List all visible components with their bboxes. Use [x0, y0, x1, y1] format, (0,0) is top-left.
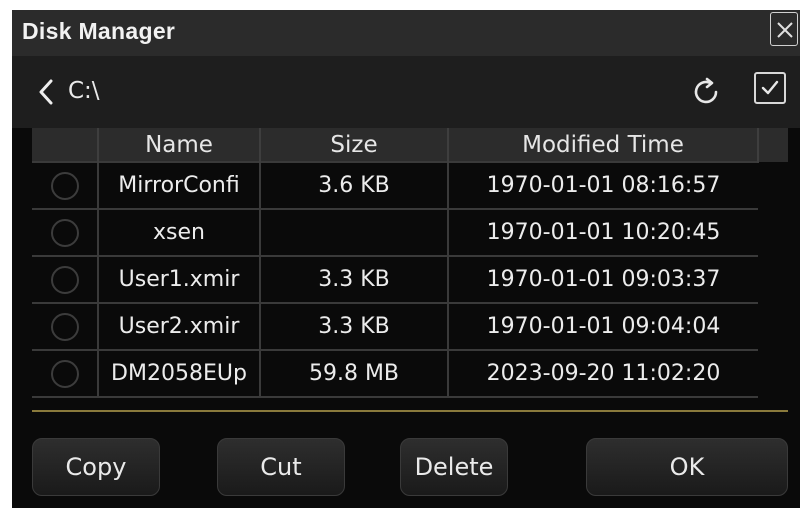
divider [32, 410, 788, 412]
refresh-icon[interactable] [690, 76, 722, 108]
close-button[interactable] [770, 12, 798, 46]
file-modified-time: 2023-09-20 11:02:20 [447, 349, 758, 398]
column-header-name[interactable]: Name [98, 128, 261, 162]
current-path: C:\ [68, 78, 100, 104]
file-table: Name Size Modified Time MirrorConfi 3.6 … [32, 128, 788, 398]
table-header-row: Name Size Modified Time [32, 128, 788, 162]
table-row[interactable]: xsen 1970-01-01 10:20:45 [32, 208, 788, 257]
file-size: 3.6 KB [259, 161, 449, 210]
copy-button[interactable]: Copy [32, 438, 160, 496]
row-select-radio[interactable] [50, 171, 79, 200]
column-header-modified[interactable]: Modified Time [448, 128, 759, 162]
row-select-radio[interactable] [50, 359, 79, 388]
file-size: 3.3 KB [259, 255, 449, 304]
delete-button[interactable]: Delete [400, 438, 508, 496]
row-select-radio[interactable] [50, 218, 79, 247]
file-name: DM2058EUp [97, 349, 261, 398]
disk-manager-dialog: File Path C: Update Disk Manager C:\ [12, 10, 800, 508]
file-size [259, 208, 449, 257]
file-modified-time: 1970-01-01 09:03:37 [447, 255, 758, 304]
column-header-spacer [758, 128, 788, 162]
row-select-radio[interactable] [50, 312, 79, 341]
file-size: 59.8 MB [259, 349, 449, 398]
path-bar: C:\ [12, 56, 800, 128]
file-modified-time: 1970-01-01 10:20:45 [447, 208, 758, 257]
table-row[interactable]: User1.xmir 3.3 KB 1970-01-01 09:03:37 [32, 255, 788, 304]
title-bar: Disk Manager [12, 10, 800, 56]
checkbox-check-icon [761, 80, 779, 95]
column-header-select [32, 128, 99, 162]
dialog-title: Disk Manager [22, 18, 176, 44]
file-name: MirrorConfi [97, 161, 261, 210]
cut-button[interactable]: Cut [217, 438, 345, 496]
close-icon [777, 22, 793, 38]
ok-button[interactable]: OK [586, 438, 788, 496]
file-name: User1.xmir [97, 255, 261, 304]
table-row[interactable]: DM2058EUp 59.8 MB 2023-09-20 11:02:20 [32, 349, 788, 398]
column-header-size[interactable]: Size [260, 128, 449, 162]
table-row[interactable]: MirrorConfi 3.6 KB 1970-01-01 08:16:57 [32, 161, 788, 210]
file-modified-time: 1970-01-01 09:04:04 [447, 302, 758, 351]
file-name: User2.xmir [97, 302, 261, 351]
row-select-radio[interactable] [50, 265, 79, 294]
chevron-left-icon[interactable] [38, 79, 54, 105]
file-modified-time: 1970-01-01 08:16:57 [447, 161, 758, 210]
confirm-button[interactable] [754, 72, 786, 104]
file-size: 3.3 KB [259, 302, 449, 351]
file-name: xsen [97, 208, 261, 257]
table-row[interactable]: User2.xmir 3.3 KB 1970-01-01 09:04:04 [32, 302, 788, 351]
